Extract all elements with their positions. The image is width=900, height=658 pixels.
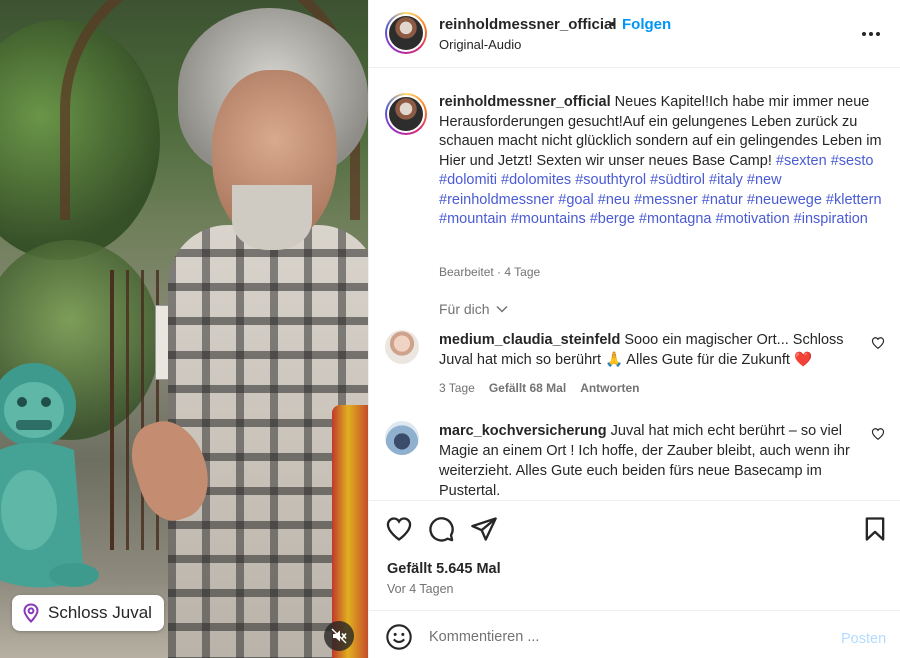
post-comment-button[interactable]: Posten (841, 631, 886, 647)
author-avatar[interactable] (385, 12, 427, 54)
follow-button[interactable]: Folgen (622, 16, 671, 33)
post-media[interactable]: Schloss Juval (0, 0, 368, 658)
speaker-muted-icon (331, 628, 347, 644)
for-you-dropdown[interactable]: Für dich (439, 301, 508, 317)
post-actions: Gefällt 5.645 Mal Vor 4 Tagen (369, 500, 900, 610)
like-heart-icon[interactable] (385, 515, 413, 543)
post-timestamp: Vor 4 Tagen (387, 582, 454, 596)
for-you-label: Für dich (439, 301, 490, 317)
commenter-username[interactable]: marc_kochversicherung (439, 423, 607, 439)
commenter-username[interactable]: medium_claudia_steinfeld (439, 332, 620, 348)
caption-text: reinholdmessner_official Neues Kapitel!I… (439, 93, 885, 230)
comment-input[interactable] (429, 623, 809, 651)
audio-label[interactable]: Original-Audio (439, 37, 521, 52)
bookmark-icon[interactable] (861, 515, 889, 543)
emoji-icon[interactable] (385, 623, 413, 651)
location-pin-icon (23, 603, 39, 623)
likes-count[interactable]: Gefällt 5.645 Mal (387, 561, 501, 577)
commenter-avatar[interactable] (385, 330, 419, 364)
reply-button[interactable]: Antworten (580, 381, 639, 395)
location-tag[interactable]: Schloss Juval (12, 595, 164, 631)
commenter-avatar[interactable] (385, 421, 419, 455)
location-label: Schloss Juval (48, 603, 152, 622)
separator-dot: • (610, 16, 616, 33)
author-username[interactable]: reinholdmessner_official (439, 16, 617, 33)
comments-scroll-area[interactable]: reinholdmessner_official Neues Kapitel!I… (369, 69, 900, 499)
comment-text: medium_claudia_steinfeld Sooo ein magisc… (439, 330, 859, 370)
share-send-icon[interactable] (470, 515, 498, 543)
more-dots-icon (862, 32, 880, 36)
person-beard (232, 185, 312, 250)
mute-button[interactable] (324, 621, 354, 651)
comment-likes[interactable]: Gefällt 68 Mal (489, 381, 566, 395)
add-comment-bar: Posten (369, 610, 900, 658)
comment-like-heart-icon[interactable] (871, 336, 885, 350)
lion-statue (0, 363, 99, 588)
comment-time: 3 Tage (439, 381, 475, 395)
chevron-down-icon (496, 305, 508, 313)
comment-meta: 3 Tage Gefällt 68 Mal Antworten (439, 381, 640, 395)
comment-bubble-icon[interactable] (427, 515, 455, 543)
more-options-button[interactable] (859, 22, 883, 46)
comment-like-heart-icon[interactable] (871, 427, 885, 441)
post-panel: reinholdmessner_official • Folgen Origin… (368, 0, 900, 658)
caption-username[interactable]: reinholdmessner_official (439, 94, 611, 110)
caption-avatar[interactable] (385, 93, 427, 135)
comment-text: marc_kochversicherung Juval hat mich ech… (439, 421, 859, 499)
post-header: reinholdmessner_official • Folgen Origin… (369, 0, 900, 68)
caption-meta: Bearbeitet · 4 Tage (439, 265, 541, 279)
